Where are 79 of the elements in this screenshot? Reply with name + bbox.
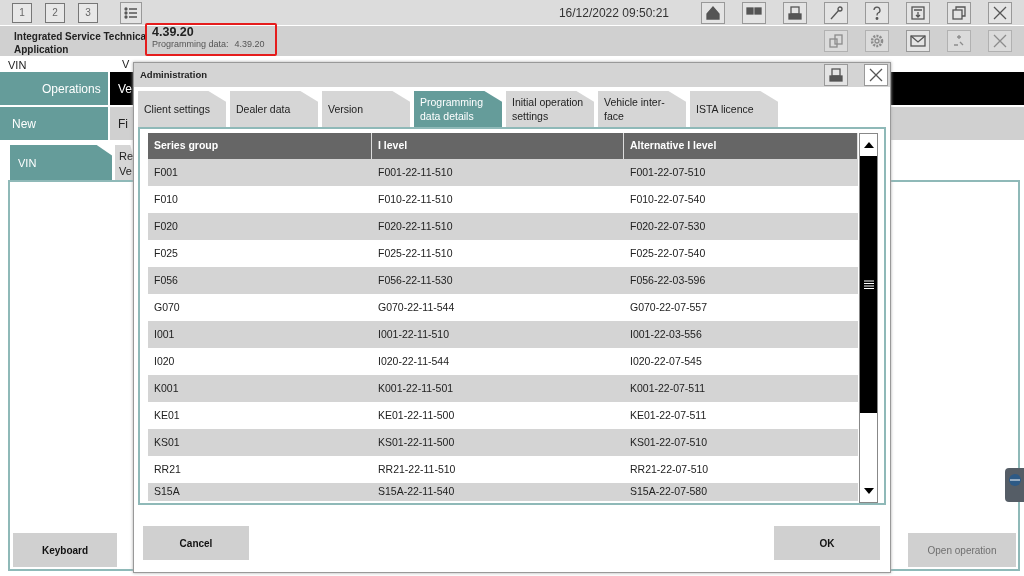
dialog-button[interactable]: Cancel [143, 526, 249, 560]
down-arrow-icon [863, 488, 874, 494]
programming-data-label: Programming data: [152, 38, 229, 49]
table-cell-text: I001-22-11-510 [377, 326, 451, 342]
home-icon[interactable] [701, 1, 725, 24]
side-tab-icon[interactable] [1005, 468, 1024, 502]
table-cell-text: G070-22-07-557 [629, 299, 709, 315]
table-cell-text: RR21-22-07-510 [629, 461, 710, 477]
table-cell-text: I020 [153, 353, 176, 369]
table-cell-text: F056-22-11-530 [377, 272, 454, 288]
tab[interactable]: Initial operation settings [506, 91, 594, 127]
table-cell-text: KS01-22-07-510 [629, 434, 709, 450]
programming-data-value: 4.39.20 [234, 38, 265, 49]
table-cell-text: S15A [153, 484, 181, 500]
table-cell-text: I001-22-03-556 [629, 326, 703, 342]
screen-button[interactable]: 3 [78, 2, 98, 23]
vin-label: VIN [8, 58, 27, 73]
close-icon[interactable] [864, 64, 888, 86]
table-cell-text: KS01-22-11-500 [377, 434, 456, 450]
table-cell-text: F001 [153, 164, 179, 180]
window-icon[interactable] [947, 1, 971, 24]
table-cell-text: KE01 [153, 407, 181, 423]
scrollbar-thumb[interactable] [860, 156, 877, 413]
table-cell-text: S15A-22-11-540 [377, 484, 456, 500]
table-cell-text: F056 [153, 272, 179, 288]
printer-icon[interactable] [783, 1, 807, 24]
close-icon[interactable] [988, 1, 1012, 24]
app-title: Application [14, 43, 70, 56]
table-cell-text: G070-22-11-544 [377, 299, 456, 315]
version-number: 4.39.20 [152, 26, 195, 40]
up-arrow-icon [863, 142, 874, 148]
vehicle-label: V [122, 57, 130, 72]
tab[interactable]: Vehicle inter-face [598, 91, 686, 127]
table-cell-text: K001-22-11-501 [377, 380, 455, 396]
table-cell-text: I020-22-07-545 [629, 353, 703, 369]
table-cell-text: G070 [153, 299, 181, 315]
table-cell-text: KE01-22-07-511 [629, 407, 708, 423]
keyboard-button[interactable]: Keyboard [13, 533, 117, 567]
table-cell-text: I020-22-11-544 [377, 353, 451, 369]
settings-icon[interactable] [865, 30, 889, 52]
table-cell-text: S15A-22-07-580 [629, 484, 709, 500]
dialog-button[interactable]: OK [774, 526, 880, 560]
table-cell-text: F020 [153, 218, 179, 234]
table-cell-text: F025 [153, 245, 179, 261]
table-cell-text: RR21 [153, 461, 182, 477]
table-cell-text: F010-22-07-540 [629, 191, 707, 207]
table-cell-text: F025-22-11-510 [377, 245, 454, 261]
table-cell-text: F001-22-07-510 [629, 164, 707, 180]
field-label: Fi [118, 115, 128, 133]
tab[interactable]: Version [322, 91, 410, 127]
table-cell-text: KS01 [153, 434, 181, 450]
screen-button[interactable]: 1 [12, 2, 32, 23]
table-cell-text: F010-22-11-510 [377, 191, 454, 207]
help-icon[interactable] [865, 1, 889, 24]
split-view-icon[interactable] [742, 1, 766, 24]
table-cell-text: F001-22-11-510 [377, 164, 454, 180]
tab[interactable]: Client settings [138, 91, 226, 127]
printer-icon[interactable] [824, 64, 848, 86]
tab[interactable]: Dealer data [230, 91, 318, 127]
table-cell-text: K001 [153, 380, 180, 396]
list-icon[interactable] [120, 1, 142, 24]
dialog-title: Administration [140, 67, 208, 82]
table-cell-text: K001-22-07-511 [629, 380, 707, 396]
table-cell-text: F056-22-03-596 [629, 272, 707, 288]
minimize-icon[interactable] [906, 1, 930, 24]
screen-button[interactable]: 2 [45, 2, 65, 23]
tab[interactable]: ISTA licence [690, 91, 778, 127]
date-time: 16/12/2022 09:50:21 [558, 4, 669, 22]
mail-icon[interactable] [906, 30, 930, 52]
table-cell-text: F020-22-11-510 [377, 218, 454, 234]
tab[interactable]: Re Ve [115, 145, 133, 180]
table-cell-text: F025-22-07-540 [629, 245, 707, 261]
wrench-icon[interactable] [824, 1, 848, 24]
table-cell-text: F020-22-07-530 [629, 218, 707, 234]
table-cell-text: RR21-22-11-510 [377, 461, 457, 477]
table-cell-text: I001 [153, 326, 176, 342]
table-cell-text: F010 [153, 191, 179, 207]
table-cell-text: KE01-22-11-500 [377, 407, 456, 423]
section-label: Ve [118, 80, 132, 98]
